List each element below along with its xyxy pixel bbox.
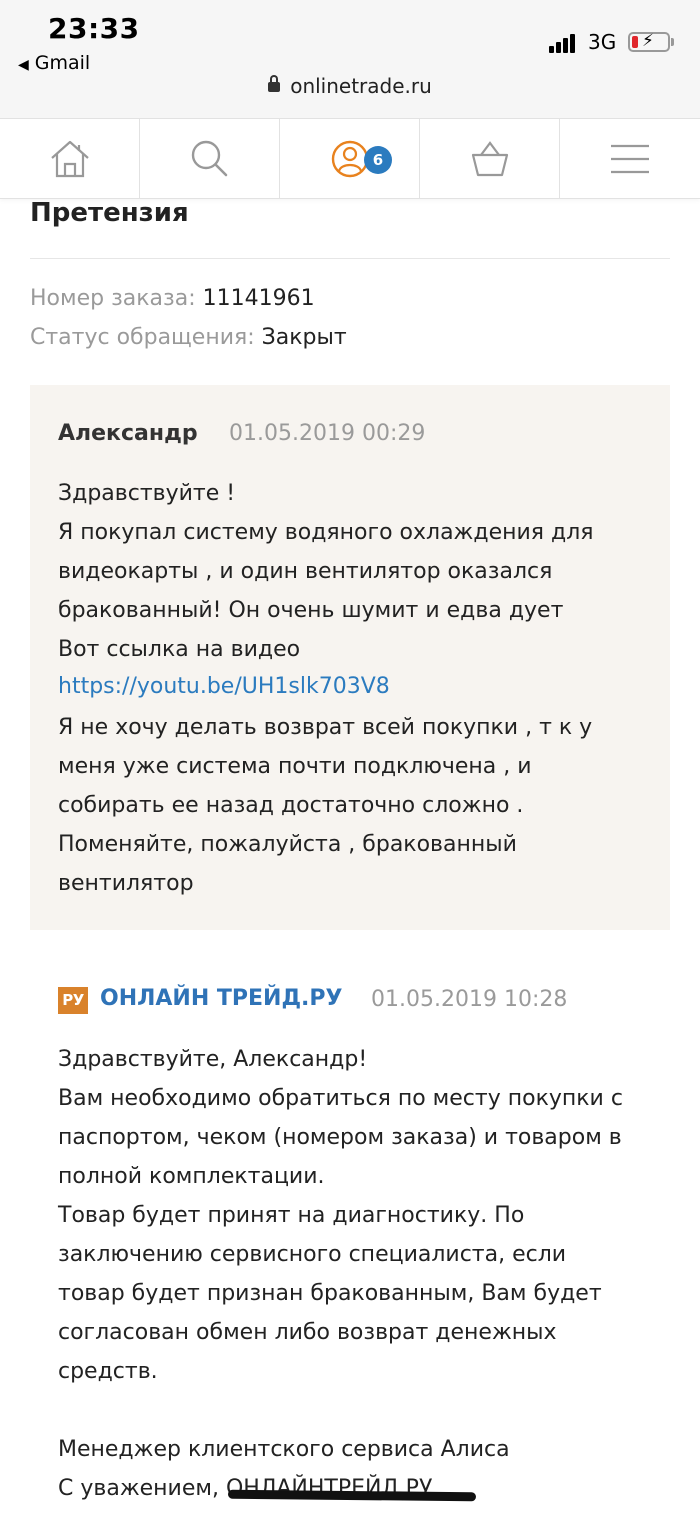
company-logo: РУ — [58, 987, 88, 1014]
lock-icon — [268, 74, 281, 92]
battery-icon: ⚡ — [628, 31, 670, 52]
back-app-label: Gmail — [34, 52, 91, 74]
network-type: 3G — [588, 30, 617, 54]
message-text-continued: Я не хочу делать возврат всей покупки , … — [58, 715, 593, 896]
account-badge: 6 — [364, 146, 392, 174]
reply-text: Здравствуйте, Александр! Вам необходимо … — [58, 1047, 623, 1501]
back-to-app-link[interactable]: ◀ Gmail — [18, 52, 90, 74]
status-value: Закрыт — [261, 325, 347, 350]
menu-icon — [611, 144, 649, 173]
signal-icon — [549, 33, 581, 53]
message-text: Здравствуйте ! Я покупал систему водяног… — [58, 481, 594, 662]
order-number-value: 11141961 — [202, 286, 315, 311]
nav-home[interactable] — [0, 119, 140, 198]
order-number-label: Номер заказа: — [30, 286, 196, 311]
nav-menu[interactable] — [560, 119, 700, 198]
nav-search[interactable] — [140, 119, 280, 198]
order-number-row: Номер заказа: 11141961 — [30, 286, 315, 311]
nav-cart[interactable] — [420, 119, 560, 198]
nav-account[interactable] — [280, 119, 420, 198]
message-date: 01.05.2019 00:29 — [229, 421, 426, 446]
search-icon — [191, 140, 227, 176]
reply-date: 01.05.2019 10:28 — [371, 987, 568, 1012]
reply-author: ОНЛАЙН ТРЕЙД.РУ — [100, 986, 343, 1011]
back-triangle-icon: ◀ — [18, 57, 29, 73]
divider — [30, 258, 670, 259]
video-link[interactable]: https://youtu.be/UH1slk703V8 — [58, 667, 390, 706]
home-icon — [50, 140, 89, 177]
status-label: Статус обращения: — [30, 325, 255, 350]
status-row: Статус обращения: Закрыт — [30, 325, 347, 350]
status-bar: 23:33 ◀ Gmail 3G ⚡ onlinetrade.ru — [0, 0, 700, 118]
clock: 23:33 — [48, 12, 140, 45]
url-text: onlinetrade.ru — [290, 74, 432, 98]
page-title: Претензия — [30, 198, 189, 228]
address-bar[interactable]: onlinetrade.ru — [0, 74, 700, 98]
site-navbar — [0, 118, 700, 199]
battery-cap — [671, 38, 674, 46]
cart-icon — [471, 140, 508, 176]
message-author: Александр — [58, 421, 198, 446]
